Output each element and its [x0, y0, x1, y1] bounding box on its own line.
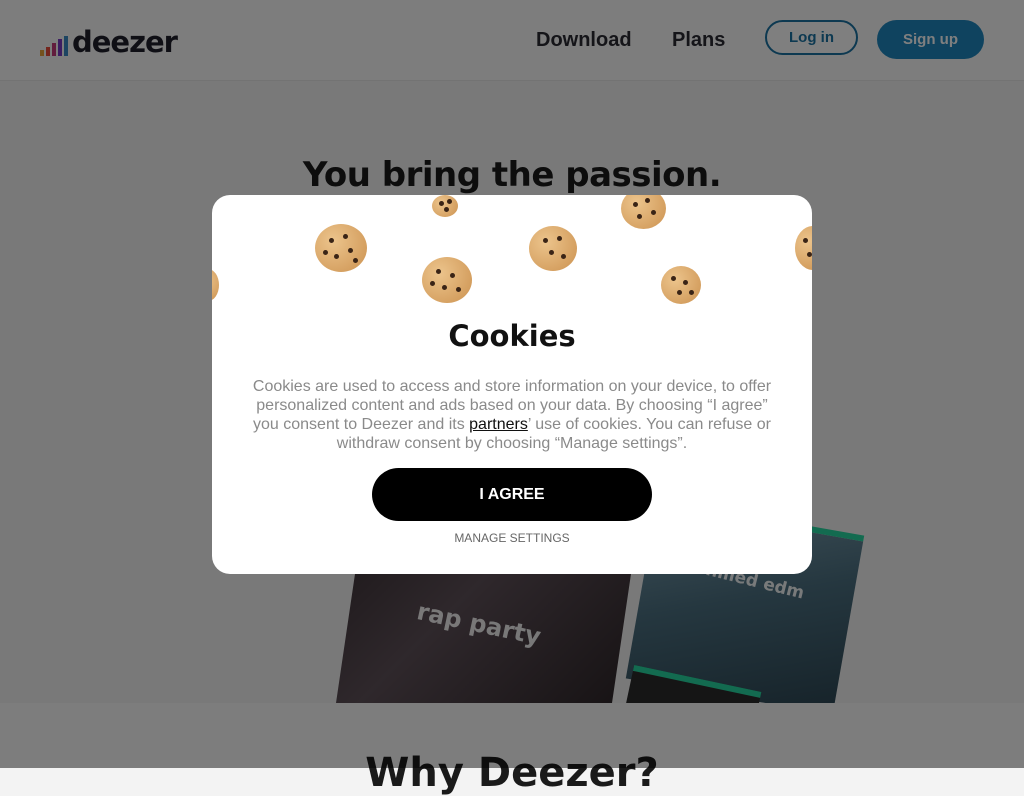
cookie-icon	[432, 195, 458, 217]
cookie-icon	[315, 224, 367, 272]
cookie-modal-description: Cookies are used to access and store inf…	[250, 377, 774, 453]
cookie-icon	[661, 266, 701, 304]
manage-settings-button[interactable]: MANAGE SETTINGS	[212, 530, 812, 546]
cookie-icon	[212, 269, 219, 301]
cookie-icon	[529, 226, 577, 271]
cookie-icon	[621, 195, 666, 229]
cookie-icon	[795, 226, 812, 270]
cookie-icon	[422, 257, 472, 303]
agree-button[interactable]: I AGREE	[372, 468, 652, 521]
cookie-modal-title: Cookies	[448, 319, 576, 353]
cookie-consent-modal: Cookies Cookies are used to access and s…	[212, 195, 812, 574]
partners-link[interactable]: partners	[469, 416, 528, 433]
